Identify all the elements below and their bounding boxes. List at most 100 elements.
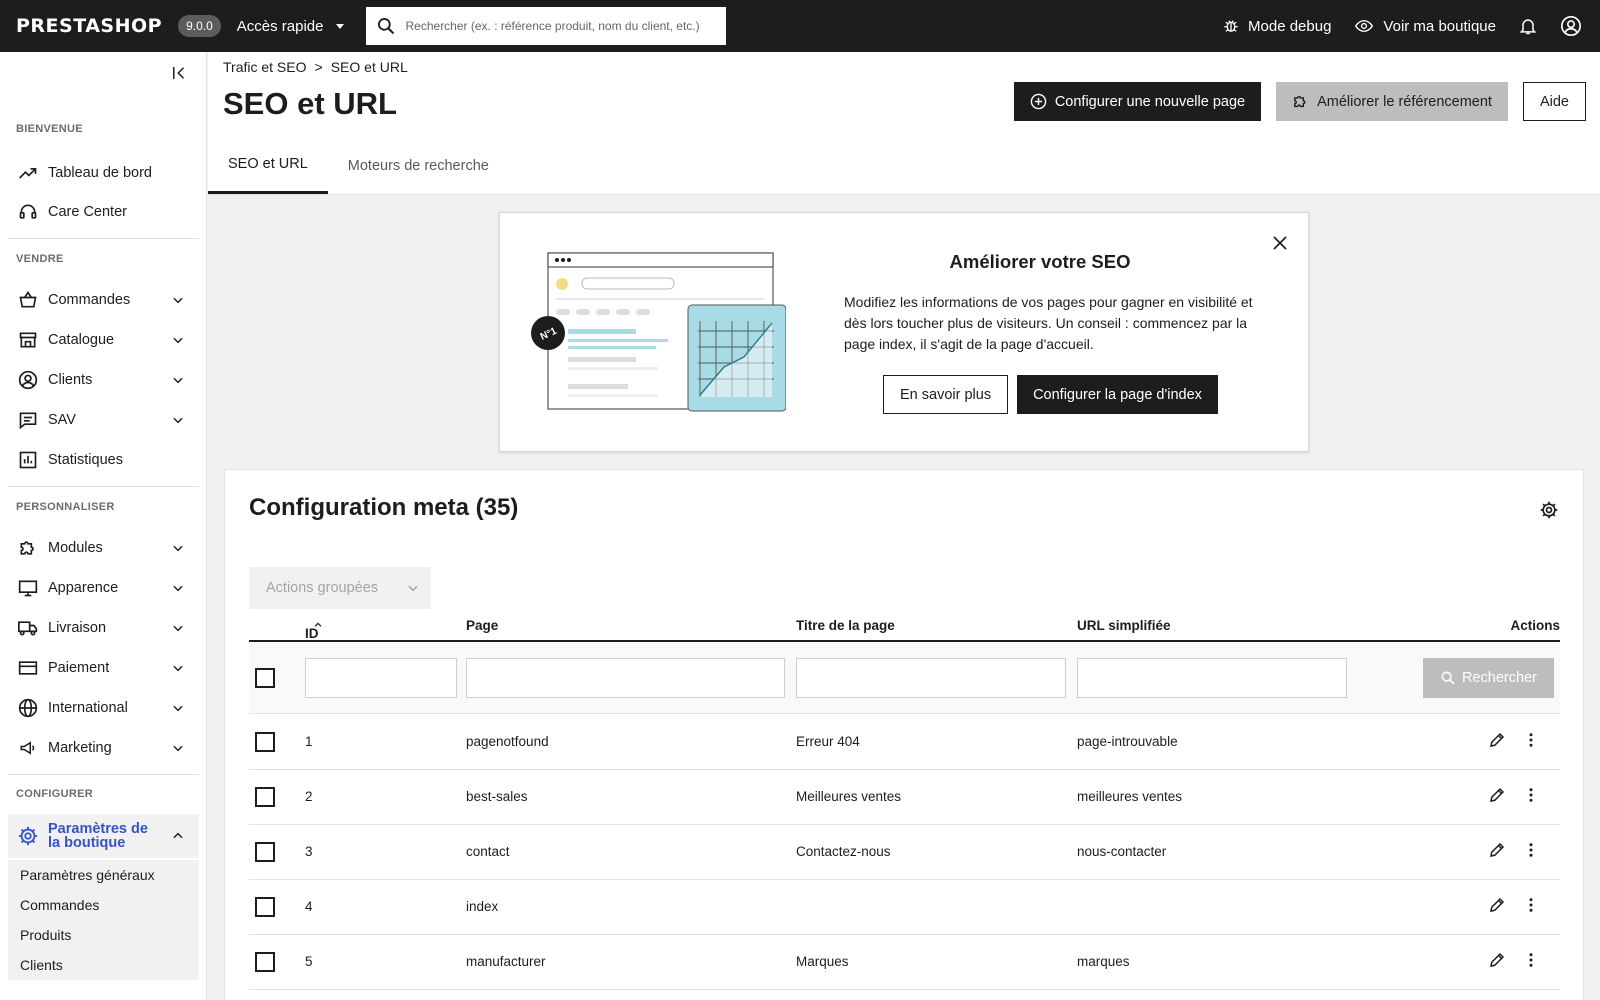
filter-url-input[interactable] [1077,658,1347,698]
improve-seo-button[interactable]: Améliorer le référencement [1276,82,1508,121]
sidebar-item-modules[interactable]: Modules [8,532,199,564]
edit-button[interactable] [1488,731,1506,752]
tab-search-engines[interactable]: Moteurs de recherche [328,137,509,194]
sidebar-item-stats[interactable]: Statistiques [8,444,199,476]
learn-more-button[interactable]: En savoir plus [883,375,1009,414]
filter-title-input[interactable] [796,658,1066,698]
quick-access-dropdown[interactable]: Accès rapide [237,18,344,35]
row-checkbox[interactable] [255,952,275,972]
search-input[interactable] [405,19,716,33]
user-account-icon [1561,16,1581,36]
cell-page: best-sales [466,789,528,804]
sidebar-item-customers[interactable]: Clients [8,364,199,396]
sidebar-item-catalog[interactable]: Catalogue [8,324,199,356]
collapse-sidebar-button[interactable] [170,64,188,85]
top-header: PRESTASHOP 9.0.0 Accès rapide Mode debug… [0,0,1600,52]
credit-card-icon [16,656,40,680]
row-checkbox[interactable] [255,732,275,752]
more-actions-button[interactable] [1522,786,1540,807]
basket-icon [16,288,40,312]
more-actions-button[interactable] [1522,896,1540,917]
breadcrumb-link[interactable]: Trafic et SEO [223,59,307,75]
submenu-customers[interactable]: Clients [8,950,199,980]
cell-page: manufacturer [466,954,546,969]
new-page-button[interactable]: Configurer une nouvelle page [1013,82,1262,121]
sidebar-item-label: Tableau de bord [48,165,152,181]
row-checkbox[interactable] [255,842,275,862]
more-actions-button[interactable] [1522,841,1540,862]
pencil-icon [1490,952,1505,967]
account-button[interactable] [1560,15,1582,37]
prestashop-logo[interactable]: PRESTASHOP [16,15,162,37]
filter-id-input[interactable] [305,658,457,698]
search-button[interactable]: Rechercher [1423,658,1554,698]
table-row: 4 index [249,880,1560,935]
close-card-button[interactable] [1272,235,1288,254]
row-checkbox[interactable] [255,897,275,917]
notifications-button[interactable] [1518,16,1538,36]
global-search[interactable] [365,7,726,45]
sidebar-item-payment[interactable]: Paiement [8,652,199,684]
sidebar-item-label: Modules [48,540,103,556]
pencil-icon [1490,842,1505,857]
chevron-down-icon [173,297,183,304]
bulk-actions-dropdown[interactable]: Actions groupées [249,567,431,609]
table-settings-button[interactable] [1539,500,1559,523]
debug-mode-link[interactable]: Mode debug [1222,17,1331,35]
sidebar-item-sav[interactable]: SAV [8,404,199,436]
cell-url: nous-contacter [1077,844,1167,859]
filter-page-input[interactable] [466,658,785,698]
edit-button[interactable] [1488,896,1506,917]
sidebar-item-label: Marketing [48,740,112,756]
sidebar-item-orders[interactable]: Commandes [8,284,199,316]
pencil-icon [1490,732,1505,747]
sidebar-item-label: Clients [48,372,93,388]
page-tabs: SEO et URL Moteurs de recherche [208,137,509,194]
chat-icon [16,408,40,432]
meta-config-title: Configuration meta (35) [249,494,519,521]
chevron-down-icon [408,585,418,592]
edit-button[interactable] [1488,841,1506,862]
section-welcome: BIENVENUE [16,123,83,135]
submenu-general[interactable]: Paramètres généraux [8,860,199,890]
column-page-header[interactable]: Page [466,618,498,633]
more-actions-button[interactable] [1522,731,1540,752]
sidebar-item-dashboard[interactable]: Tableau de bord [8,157,199,189]
more-actions-button[interactable] [1522,951,1540,972]
help-button[interactable]: Aide [1522,82,1586,121]
sidebar-item-care-center[interactable]: Care Center [8,196,199,228]
tab-seo-url[interactable]: SEO et URL [208,137,328,194]
divider [8,238,199,239]
row-checkbox[interactable] [255,787,275,807]
configure-index-button[interactable]: Configurer la page d'index [1017,375,1218,414]
eye-icon [1355,20,1374,32]
sidebar-item-marketing[interactable]: Marketing [8,732,199,764]
puzzle-icon [16,536,40,560]
select-all-checkbox[interactable] [255,668,275,688]
sidebar-item-international[interactable]: International [8,692,199,724]
bulk-actions-label: Actions groupées [266,580,379,596]
sidebar-item-appearance[interactable]: Apparence [8,572,199,604]
sidebar-item-label: Commandes [48,292,131,308]
divider [8,774,199,775]
chevron-down-icon [173,745,183,752]
table-row: 1 pagenotfound Erreur 404 page-introuvable [249,715,1560,770]
gear-icon [16,824,40,848]
meta-config-panel: Configuration meta (35) Actions groupées… [224,469,1584,1000]
submenu-products[interactable]: Produits [8,920,199,950]
column-title-header[interactable]: Titre de la page [796,618,895,633]
sidebar-item-shipping[interactable]: Livraison [8,612,199,644]
cell-page: contact [466,844,510,859]
sidebar-item-shop-parameters[interactable]: Paramètres de la boutique [8,814,199,858]
edit-button[interactable] [1488,786,1506,807]
table-header: ID Page Titre de la page URL simplifiée … [249,610,1560,642]
chevron-down-icon [173,377,183,384]
chevron-down-icon [173,585,183,592]
view-shop-link[interactable]: Voir ma boutique [1353,17,1496,35]
column-id-header[interactable]: ID [305,618,323,641]
debug-mode-label: Mode debug [1248,17,1332,35]
column-url-header[interactable]: URL simplifiée [1077,618,1171,633]
edit-button[interactable] [1488,951,1506,972]
bug-icon [1224,20,1238,32]
submenu-orders[interactable]: Commandes [8,890,199,920]
